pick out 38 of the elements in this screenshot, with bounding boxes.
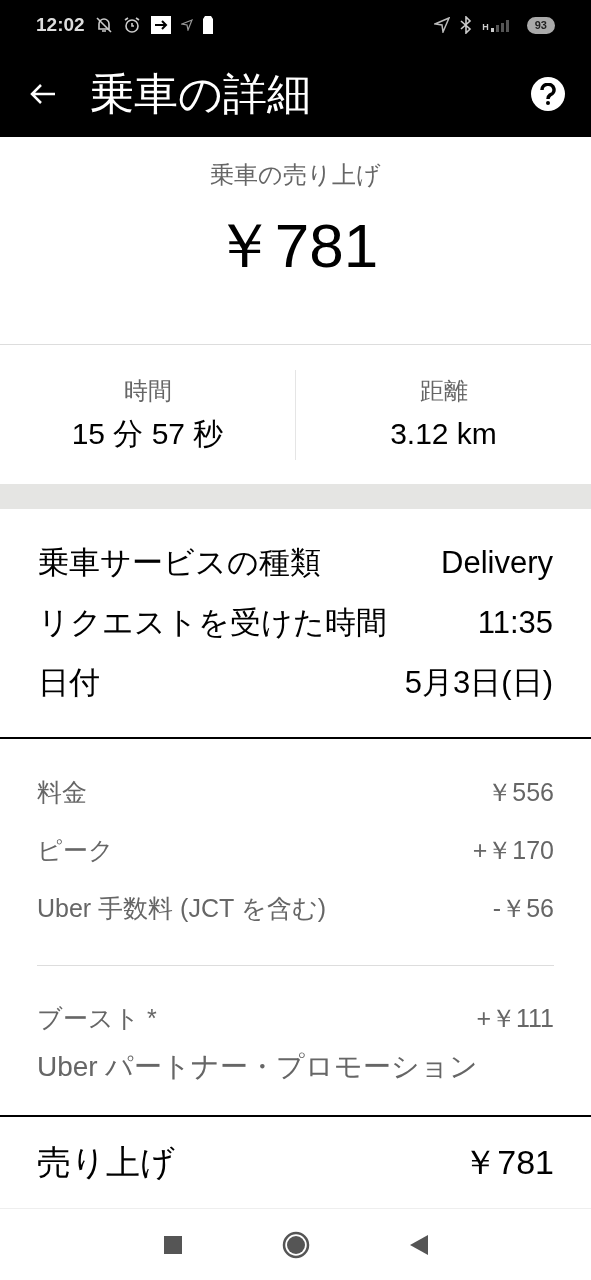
- network-type: H: [482, 23, 489, 32]
- stat-label: 時間: [123, 376, 172, 406]
- bluetooth-icon: [460, 16, 473, 34]
- stat-value: 3.12 km: [390, 416, 497, 452]
- tag-icon: [202, 16, 213, 34]
- fee-label: ピーク: [37, 835, 114, 866]
- fee-value: ￥556: [487, 777, 554, 808]
- detail-label: リクエストを受けた時間: [38, 604, 387, 642]
- detail-value: Delivery: [441, 544, 553, 582]
- stat-label: 距離: [419, 376, 468, 406]
- alarm-icon: [122, 16, 141, 34]
- stat-value: 15 分 57 秒: [71, 416, 224, 452]
- location-icon: [434, 17, 451, 33]
- boost-value: +￥111: [476, 1003, 554, 1034]
- fee-label: Uber 手数料 (JCT を含む): [37, 893, 327, 924]
- earnings-label: 乗車の売り上げ: [210, 160, 381, 190]
- boost-note: Uber パートナー・プロモーション: [37, 1050, 480, 1084]
- detail-value: 5月3日(日): [404, 664, 553, 702]
- help-icon[interactable]: [531, 76, 565, 111]
- boost-label: ブースト *: [37, 1003, 157, 1034]
- battery-indicator: 93: [526, 16, 555, 34]
- detail-label: 日付: [38, 664, 100, 702]
- navigation-icon: [180, 19, 193, 31]
- fee-value: +￥170: [472, 835, 554, 866]
- home-button[interactable]: [281, 1230, 310, 1259]
- detail-label: 乗車サービスの種類: [38, 544, 321, 582]
- fee-label: 料金: [37, 777, 87, 808]
- detail-value: 11:35: [477, 604, 553, 642]
- page-title: 乗車の詳細: [90, 71, 312, 116]
- total-label: 売り上げ: [37, 1142, 175, 1183]
- recents-button[interactable]: [163, 1235, 182, 1254]
- arrow-box-icon: [150, 16, 171, 34]
- fee-value: -￥56: [492, 893, 554, 924]
- total-value: ￥781: [463, 1142, 554, 1183]
- back-nav-button[interactable]: [409, 1234, 428, 1255]
- bell-off-icon: [94, 16, 113, 34]
- status-time: 12:02: [36, 12, 85, 37]
- earnings-amount: ￥781: [212, 215, 379, 277]
